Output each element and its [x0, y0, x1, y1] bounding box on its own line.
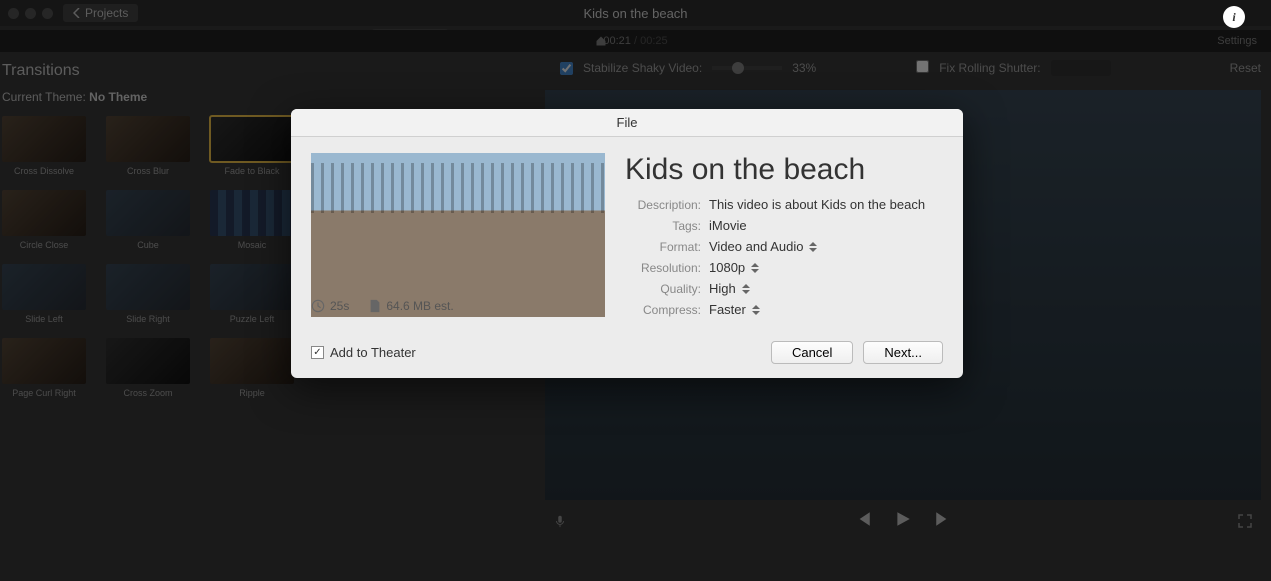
clock-icon: [311, 299, 325, 313]
transition-thumb[interactable]: Cross Blur: [106, 116, 190, 176]
zoom-window-icon[interactable]: [42, 8, 53, 19]
export-title[interactable]: Kids on the beach: [625, 153, 943, 187]
search-input[interactable]: [1131, 30, 1241, 48]
play-button[interactable]: [894, 510, 912, 531]
fullscreen-icon[interactable]: [1237, 513, 1253, 529]
minimize-window-icon[interactable]: [25, 8, 36, 19]
stabilize-icon[interactable]: [994, 30, 1010, 46]
add-to-theater-checkbox[interactable]: ✓ Add to Theater: [311, 345, 416, 360]
transition-thumb[interactable]: Slide Left: [2, 264, 86, 324]
transition-thumb[interactable]: Cube: [106, 190, 190, 250]
file-icon: [369, 299, 381, 313]
close-window-icon[interactable]: [8, 8, 19, 19]
equalizer-icon[interactable]: [1054, 30, 1070, 46]
stabilize-label: Stabilize Shaky Video:: [583, 61, 702, 75]
info-overlay-icon[interactable]: i: [1223, 6, 1245, 28]
transition-thumb[interactable]: Cross Zoom: [106, 338, 190, 398]
format-select[interactable]: Video and Audio: [709, 239, 803, 254]
stepper-icon[interactable]: [809, 242, 817, 252]
panel-title: Transitions: [0, 58, 535, 84]
next-button[interactable]: [934, 510, 952, 531]
reset-button[interactable]: Reset: [1230, 61, 1261, 75]
stabilize-slider[interactable]: [712, 66, 782, 70]
playback-controls: [545, 510, 1261, 531]
resolution-select[interactable]: 1080p: [709, 260, 745, 275]
color-balance-icon[interactable]: [904, 30, 920, 46]
cancel-button[interactable]: Cancel: [771, 341, 853, 364]
reset-all-button[interactable]: Reset All: [1204, 31, 1251, 45]
next-button[interactable]: Next...: [863, 341, 943, 364]
color-wheel-icon[interactable]: [934, 30, 950, 46]
tab-backgrounds[interactable]: Backgrounds: [261, 29, 351, 49]
dialog-title: File: [291, 109, 963, 137]
compress-select[interactable]: Faster: [709, 302, 746, 317]
filter-icon[interactable]: [1114, 30, 1130, 46]
crop-icon[interactable]: [964, 30, 980, 46]
tab-my-media[interactable]: My Media: [30, 29, 102, 49]
rolling-shutter-checkbox[interactable]: [916, 60, 929, 73]
media-tab-bar: My Media Audio Titles Backgrounds Transi…: [0, 26, 1271, 52]
adjustment-toolbar: Reset All: [904, 30, 1251, 46]
transition-thumb[interactable]: Slide Right: [106, 264, 190, 324]
tab-audio[interactable]: Audio: [122, 29, 173, 49]
stabilize-percent: 33%: [792, 61, 816, 75]
export-file-dialog: File 25s 64.6 MB est. Kids on the beach …: [291, 109, 963, 378]
settings-button[interactable]: Settings: [1217, 35, 1257, 47]
stabilize-bar: Stabilize Shaky Video: 33% Fix Rolling S…: [560, 60, 1261, 76]
export-filesize: 64.6 MB est.: [386, 299, 453, 313]
tab-titles[interactable]: Titles: [193, 29, 241, 49]
rolling-shutter-select[interactable]: [1051, 60, 1111, 76]
stepper-icon[interactable]: [752, 305, 760, 315]
volume-icon[interactable]: [1024, 30, 1040, 46]
transition-thumb[interactable]: Circle Close: [2, 190, 86, 250]
transition-thumb[interactable]: Puzzle Left: [210, 264, 294, 324]
window-titlebar: Projects Kids on the beach: [0, 0, 1271, 26]
stepper-icon[interactable]: [751, 263, 759, 273]
home-icon[interactable]: [595, 35, 607, 47]
stepper-icon[interactable]: [742, 284, 750, 294]
search-icon: [1137, 34, 1148, 45]
transition-thumb[interactable]: Page Curl Right: [2, 338, 86, 398]
export-thumbnail: [311, 153, 605, 317]
transition-thumb[interactable]: Cross Dissolve: [2, 116, 86, 176]
tab-transitions[interactable]: Transitions: [371, 29, 449, 49]
timeline-time: 00:21 / 00:25: [603, 35, 667, 47]
speed-icon[interactable]: [1084, 30, 1100, 46]
description-field[interactable]: This video is about Kids on the beach: [709, 197, 925, 212]
project-title: Kids on the beach: [0, 6, 1271, 21]
bottom-bar: 00:21 / 00:25 Settings: [0, 30, 1271, 52]
back-label: Projects: [85, 6, 128, 20]
transition-thumb[interactable]: Fade to Black: [210, 116, 294, 176]
stabilize-checkbox[interactable]: [560, 62, 573, 75]
info-icon[interactable]: [1144, 30, 1160, 46]
prev-button[interactable]: [854, 510, 872, 531]
rolling-shutter-label: Fix Rolling Shutter:: [939, 61, 1040, 75]
transition-thumb[interactable]: Mosaic: [210, 190, 294, 250]
export-duration: 25s: [330, 299, 349, 313]
mic-icon[interactable]: [553, 514, 567, 528]
back-to-projects-button[interactable]: Projects: [63, 4, 138, 22]
quality-select[interactable]: High: [709, 281, 736, 296]
transition-thumb[interactable]: Ripple: [210, 338, 294, 398]
tags-field[interactable]: iMovie: [709, 218, 747, 233]
